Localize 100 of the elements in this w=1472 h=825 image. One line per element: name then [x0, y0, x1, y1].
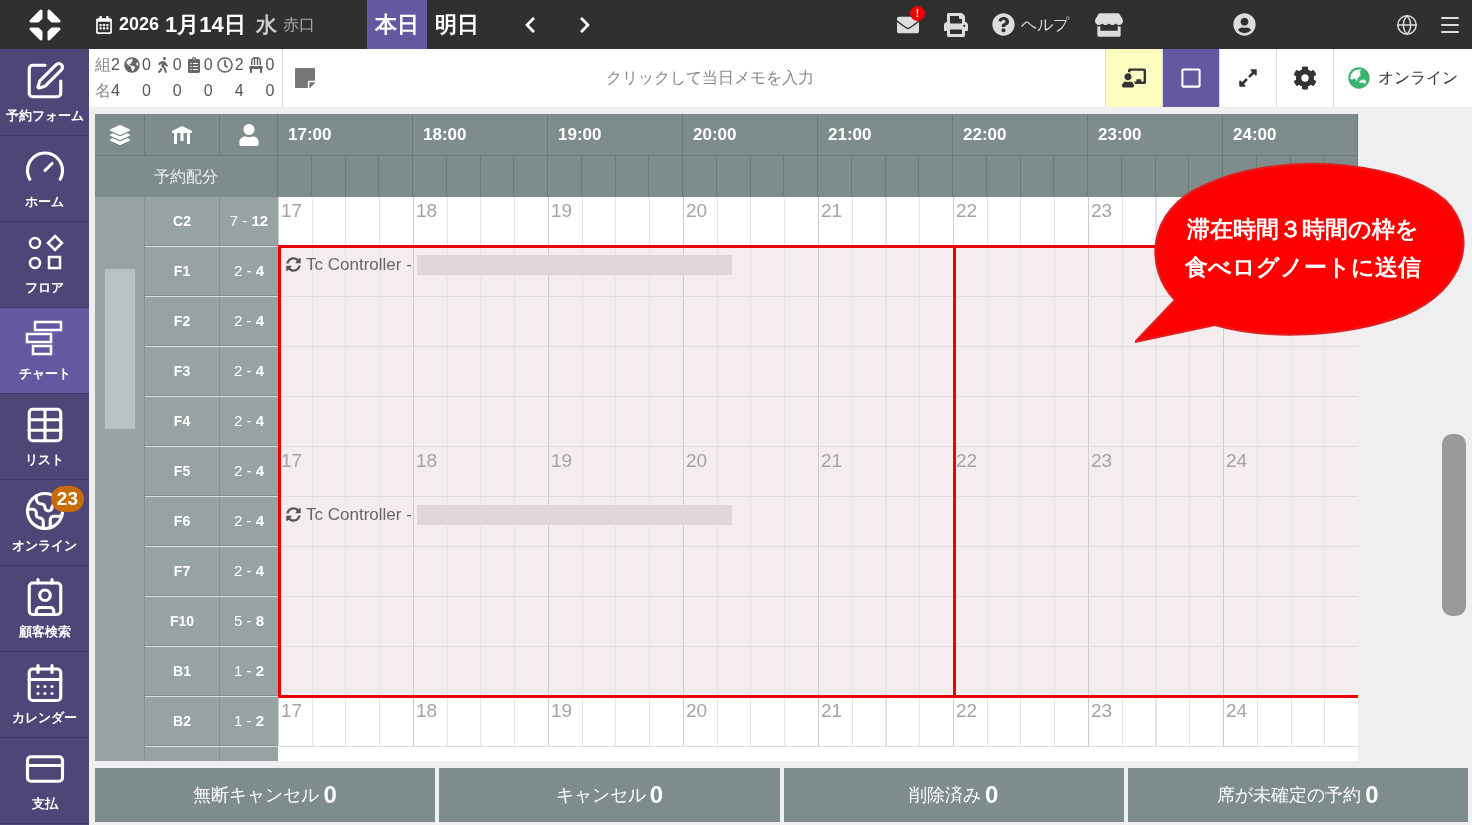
memo-input-field[interactable]: クリックして当日メモを入力 [315, 49, 1105, 107]
hour-label: 17:00 [288, 123, 332, 146]
person-icon[interactable] [238, 123, 259, 146]
hour-marker: 23 [1091, 449, 1113, 473]
hour-label: 23:00 [1098, 123, 1142, 146]
calendar-icon[interactable] [95, 15, 113, 34]
capacity-text: 2 - 4 [234, 360, 264, 381]
online-status-button[interactable]: オンライン [1333, 49, 1472, 107]
hour-marker: 22 [956, 199, 978, 223]
hour-marker: 20 [686, 449, 708, 473]
capacity-text: 2 - 4 [234, 460, 264, 481]
memo-note-icon[interactable] [295, 66, 316, 90]
capacity-text: 7 - 12 [229, 210, 269, 231]
view-toggle-button[interactable] [1276, 49, 1333, 107]
table-name: F5 [173, 461, 191, 481]
table-name: C2 [173, 211, 191, 231]
timeline-row[interactable] [278, 647, 1358, 696]
hour-marker: 19 [551, 449, 573, 473]
group-count-text: 0 [203, 55, 213, 75]
people-count-text: 4 [233, 81, 244, 101]
hour-marker: 23 [1091, 199, 1113, 223]
year-text: 2026 [119, 13, 160, 36]
day-tab[interactable]: 本日 [366, 0, 427, 49]
hour-marker: 21 [821, 199, 843, 223]
sidebar-item[interactable]: チャート [0, 308, 89, 394]
hour-label: 24:00 [1233, 123, 1277, 146]
capacity-text: 5 - 8 [234, 610, 264, 631]
capacity-text: 2 - 4 [234, 410, 264, 431]
hour-label: 20:00 [693, 123, 737, 146]
clock-icon [216, 57, 233, 73]
table-icon[interactable] [170, 124, 194, 145]
chair-icon [247, 57, 264, 73]
hour-marker: 18 [416, 199, 438, 223]
table-name: F2 [173, 311, 191, 331]
timeline-row[interactable]: Tc Controller - [278, 497, 1358, 546]
reservation-label[interactable]: Tc Controller - [306, 252, 412, 278]
people-count-text: 0 [140, 81, 151, 101]
group-count-text: 0 [172, 55, 182, 75]
status-count-button[interactable]: 席が未確定の予約 0 [1127, 768, 1468, 822]
help-button[interactable]: ヘルプ [992, 12, 1069, 37]
expand-icon [1238, 68, 1258, 88]
date-text: 1月14日 [165, 11, 246, 39]
day-tab[interactable]: 明日 [426, 0, 487, 49]
store-icon[interactable] [1095, 12, 1123, 37]
view-toggle-button[interactable] [1162, 49, 1219, 107]
hour-marker: 21 [821, 449, 843, 473]
capacity-text: 2 - 4 [234, 310, 264, 331]
help-icon [992, 13, 1015, 36]
summary-people-text: 名4 [95, 81, 120, 101]
settings-icon [1293, 66, 1317, 90]
hour-marker: 21 [821, 699, 843, 723]
status-count-button[interactable]: キャンセル 0 [439, 768, 780, 822]
table-name: F1 [173, 261, 191, 281]
capacity-text: 2 - 4 [234, 510, 264, 531]
hour-marker: 19 [551, 699, 573, 723]
table-name: F7 [173, 561, 191, 581]
people-count-text: 0 [202, 81, 213, 101]
printer-icon[interactable] [944, 12, 968, 37]
hour-marker: 17 [281, 699, 303, 723]
hour-marker: 22 [956, 449, 978, 473]
view-toggle-button[interactable] [1105, 49, 1162, 107]
hour-marker: 17 [281, 199, 303, 223]
hour-marker: 24 [1226, 449, 1248, 473]
clipboard-icon [185, 57, 202, 73]
hour-marker: 19 [551, 199, 573, 223]
people-count-text: 0 [171, 81, 182, 101]
hour-marker: 17 [281, 449, 303, 473]
hour-label: 18:00 [423, 123, 467, 146]
count-badge: 23 [50, 486, 84, 512]
allocation-label: 予約配分 [154, 166, 218, 187]
sync-icon [286, 507, 301, 523]
hour-marker: 18 [416, 699, 438, 723]
table-name: F6 [173, 511, 191, 531]
hour-marker: 24 [1226, 699, 1248, 723]
capacity-text: 1 - 2 [234, 710, 264, 731]
status-count-button[interactable]: 削除済み 0 [783, 768, 1124, 822]
table-name: F4 [173, 411, 191, 431]
layers-icon[interactable] [109, 124, 130, 145]
status-count-button[interactable]: 無断キャンセル 0 [95, 768, 436, 822]
scrollbar-thumb[interactable] [1442, 434, 1466, 616]
rokuyo-text: 赤口 [282, 14, 315, 35]
weekday-text: 水 [255, 11, 277, 38]
capacity-text: 2 - 4 [234, 260, 264, 281]
summary-groups-text: 組2 [95, 55, 120, 75]
hour-label: 22:00 [963, 123, 1007, 146]
view-toggle-button[interactable] [1219, 49, 1276, 107]
presentation-board-icon [1122, 66, 1146, 90]
language-globe-icon[interactable] [1396, 13, 1418, 36]
table-name: F10 [169, 611, 195, 631]
hour-label: 21:00 [828, 123, 872, 146]
sync-icon [286, 257, 301, 273]
hour-label: 19:00 [558, 123, 602, 146]
notification-badge: ! [910, 5, 925, 21]
people-count-text: 0 [264, 81, 275, 101]
table-name: B1 [173, 661, 191, 681]
capacity-text: 2 - 4 [234, 560, 264, 581]
group-count-text: 0 [141, 55, 151, 75]
user-avatar-icon[interactable] [1233, 13, 1256, 36]
reservation-label[interactable]: Tc Controller - [306, 502, 412, 528]
table-name: B2 [173, 711, 191, 731]
